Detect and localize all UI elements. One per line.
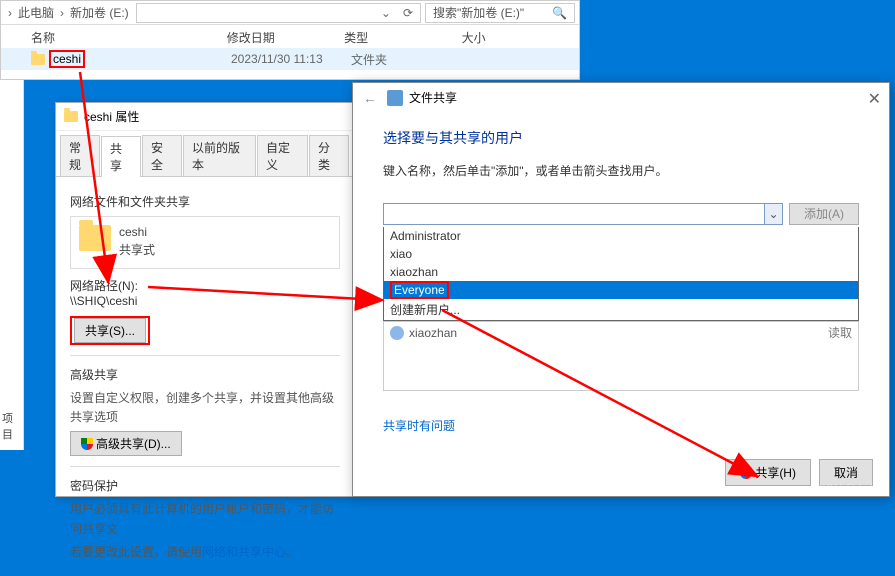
search-icon[interactable]: 🔍 [549,6,570,20]
dropdown-option[interactable]: Administrator [384,227,858,245]
network-center-link[interactable]: 网络和共享中心 [202,545,286,559]
section-network-share: 网络文件和文件夹共享 [70,193,340,210]
col-modified[interactable]: 修改日期 [227,29,344,46]
user-permission: 读取 [828,324,852,341]
dropdown-option[interactable]: 创建新用户... [384,299,858,320]
user-icon [390,326,404,340]
column-headers: 名称 修改日期 类型 大小 [1,25,579,48]
search-placeholder: 搜索"新加卷 (E:)" [430,4,527,21]
user-combobox[interactable]: ⌄ [383,203,783,225]
tab-classify[interactable]: 分类 [309,135,349,176]
file-name: ceshi [49,50,85,68]
properties-title-bar: ceshi 属性 [56,103,354,131]
file-row[interactable]: ceshi 2023/11/30 11:13 文件夹 [1,48,579,70]
dialog-header: ← 文件共享 [353,83,889,112]
user-row[interactable]: xiaozhan 读取 [384,322,858,343]
shared-users-list: xiaozhan 读取 [383,321,859,391]
folder-icon [64,111,78,122]
tab-sharing[interactable]: 共享 [101,136,141,177]
col-name[interactable]: 名称 [31,29,227,46]
refresh-icon[interactable]: ⟳ [400,6,416,20]
share-icon [387,90,403,106]
chevron-icon: › [5,6,15,20]
share-button[interactable]: 共享(S)... [74,318,146,343]
file-modified: 2023/11/30 11:13 [231,52,351,66]
shield-icon [81,438,93,450]
breadcrumb-seg[interactable]: 此电脑 [15,4,57,21]
password-desc1: 用户必须具有此计算机的用户帐户和密码，才能访问共享文 [70,500,340,538]
file-sharing-dialog: ✕ ← 文件共享 选择要与其共享的用户 键入名称，然后单击"添加"，或者单击箭头… [352,82,890,497]
dialog-subtext: 键入名称，然后单击"添加"，或者单击箭头查找用户。 [383,162,859,179]
add-button[interactable]: 添加(A) [789,203,859,225]
section-password: 密码保护 [70,477,340,494]
share-folder-name: ceshi [119,225,155,239]
share-status: 共享式 [119,241,155,258]
file-type: 文件夹 [351,51,471,68]
dropdown-option-selected[interactable]: Everyone [390,281,449,299]
dropdown-icon[interactable]: ⌄ [378,6,394,20]
sidebar-edge: 项目 [0,80,24,450]
dropdown-option[interactable]: xiaozhan [384,263,858,281]
tab-previous[interactable]: 以前的版本 [183,135,256,176]
dropdown-option[interactable]: xiao [384,245,858,263]
properties-title: ceshi 属性 [84,108,139,125]
breadcrumb-seg[interactable]: 新加卷 (E:) [67,4,132,21]
back-icon[interactable]: ← [363,90,377,106]
user-dropdown: Administrator xiao xiaozhan Everyone 创建新… [383,227,859,321]
dropdown-icon[interactable]: ⌄ [764,204,782,224]
col-type[interactable]: 类型 [344,29,461,46]
address-bar: › 此电脑 › 新加卷 (E:) ⌄ ⟳ 搜索"新加卷 (E:)" 🔍 [1,1,579,25]
advanced-share-button[interactable]: 高级共享(D)... [70,431,182,456]
tab-security[interactable]: 安全 [142,135,182,176]
sidebar-label: 项目 [2,410,23,442]
tab-strip: 常规 共享 安全 以前的版本 自定义 分类 [56,131,354,177]
folder-icon [79,225,111,251]
dialog-heading: 选择要与其共享的用户 [383,128,859,148]
address-input[interactable]: ⌄ ⟳ [136,3,421,23]
explorer-window: › 此电脑 › 新加卷 (E:) ⌄ ⟳ 搜索"新加卷 (E:)" 🔍 名称 修… [0,0,580,80]
share-info-box: ceshi 共享式 [70,216,340,269]
network-path-label: 网络路径(N): [70,277,340,294]
watermark: CSDN @七七怪 [811,480,889,496]
chevron-icon: › [57,6,67,20]
network-path-value: \\SHIQ\ceshi [70,294,340,308]
close-icon[interactable]: ✕ [868,89,881,109]
tab-general[interactable]: 常规 [60,135,100,176]
dialog-title: 文件共享 [409,89,457,106]
user-name: xiaozhan [409,326,457,340]
trouble-link[interactable]: 共享时有问题 [383,419,455,433]
search-input[interactable]: 搜索"新加卷 (E:)" 🔍 [425,3,575,23]
tab-custom[interactable]: 自定义 [257,135,308,176]
col-size[interactable]: 大小 [462,29,579,46]
section-advanced: 高级共享 [70,366,340,383]
shield-icon [740,467,752,479]
folder-icon [31,54,45,65]
share-confirm-button[interactable]: 共享(H) [725,459,811,486]
password-desc2: 若要更改此设置，请使用网络和共享中心。 [70,543,340,562]
properties-dialog: ceshi 属性 常规 共享 安全 以前的版本 自定义 分类 网络文件和文件夹共… [55,102,355,497]
advanced-desc: 设置自定义权限，创建多个共享，并设置其他高级共享选项 [70,389,340,427]
